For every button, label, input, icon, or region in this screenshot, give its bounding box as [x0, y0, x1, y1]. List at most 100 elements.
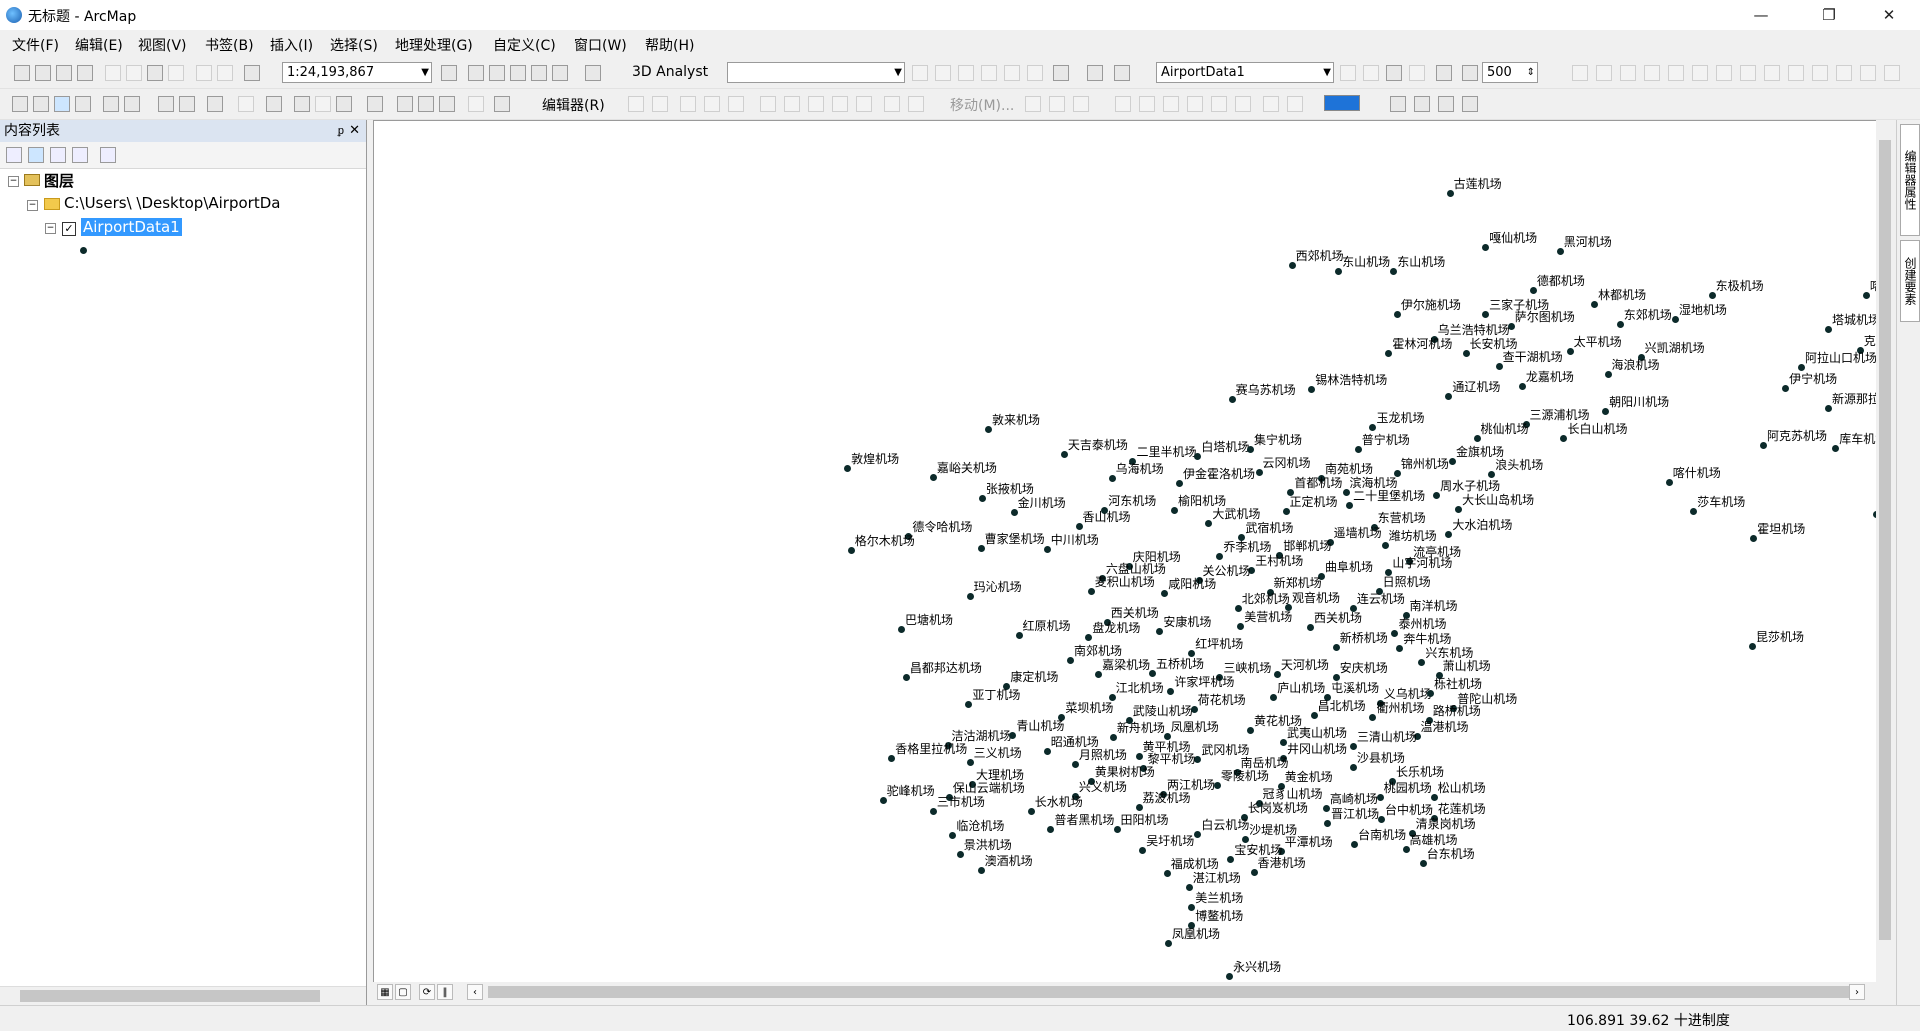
airport-point[interactable] — [1462, 350, 1470, 358]
airport-point[interactable] — [949, 832, 957, 840]
airport-point[interactable] — [844, 465, 852, 473]
3d-analyst-dropdown[interactable]: 3D Analyst — [632, 64, 708, 80]
airport-point[interactable] — [1390, 268, 1398, 276]
find-binoculars-icon[interactable] — [397, 96, 413, 112]
effects-icon[interactable] — [1386, 65, 1402, 81]
georef-fit-icon[interactable] — [1572, 65, 1588, 81]
airport-point[interactable] — [1402, 845, 1410, 853]
split-icon[interactable] — [856, 96, 872, 112]
select-elements-icon[interactable] — [266, 96, 282, 112]
sketch-properties-icon[interactable] — [1073, 96, 1089, 112]
airport-point[interactable] — [1246, 727, 1254, 735]
editor-menu[interactable]: 编辑器(R) — [542, 95, 605, 115]
airport-point[interactable] — [1445, 393, 1453, 401]
html-popup-icon[interactable] — [336, 96, 352, 112]
menu-insert[interactable]: 插入(I) — [270, 35, 313, 55]
add-data-icon[interactable] — [244, 65, 260, 81]
airport-point[interactable] — [1324, 820, 1332, 828]
scroll-thumb[interactable] — [1879, 140, 1891, 940]
menu-bookmarks[interactable]: 书签(B) — [205, 35, 254, 55]
airport-point[interactable] — [898, 625, 905, 633]
toc-horizontal-scrollbar[interactable] — [0, 986, 366, 1005]
airport-point[interactable] — [1665, 478, 1673, 486]
georef-view-icon[interactable] — [1716, 65, 1732, 81]
profile-graph-icon[interactable] — [1027, 65, 1043, 81]
airport-point[interactable] — [1604, 371, 1612, 379]
airport-point[interactable] — [1282, 508, 1290, 516]
print-icon[interactable] — [77, 65, 93, 81]
catalog-window-icon[interactable] — [489, 65, 505, 81]
airport-point[interactable] — [966, 758, 974, 766]
swipe-icon[interactable] — [1340, 65, 1356, 81]
airport-point[interactable] — [1433, 492, 1441, 500]
scroll-thumb[interactable] — [20, 990, 320, 1002]
interpolate-point-icon[interactable] — [981, 65, 997, 81]
georef-rectify-icon[interactable] — [1812, 65, 1828, 81]
open-folder-icon[interactable] — [35, 65, 51, 81]
airport-point[interactable] — [1591, 301, 1599, 309]
airport-point[interactable] — [1167, 687, 1175, 695]
airport-point[interactable] — [1205, 520, 1213, 528]
resolution-spinner[interactable]: 500 ⇕ — [1482, 62, 1538, 83]
cut-polygons-icon[interactable] — [832, 96, 848, 112]
python-window-icon[interactable] — [552, 65, 568, 81]
airport-point[interactable] — [1385, 350, 1393, 358]
data-source-path[interactable]: C:\Users\ \Desktop\AirportDa — [64, 194, 280, 212]
airport-point[interactable] — [1782, 384, 1790, 392]
rotate-icon[interactable] — [884, 96, 900, 112]
close-icon[interactable]: ✕ — [349, 120, 360, 142]
rotate-edit-icon[interactable] — [1025, 96, 1041, 112]
airport-point[interactable] — [977, 544, 985, 552]
airport-point[interactable] — [879, 796, 887, 804]
airport-point[interactable] — [1188, 904, 1196, 912]
map-display[interactable]: 古莲机场嘎仙机场黑河机场西郊机场东山机场东山机场德都机场林都机场东极机场喀纳斯机… — [373, 120, 1877, 984]
scroll-thumb[interactable] — [488, 986, 1863, 998]
airport-point[interactable] — [1430, 794, 1438, 802]
undo-icon[interactable] — [196, 65, 212, 81]
airport-point[interactable] — [1332, 643, 1340, 651]
restore-button[interactable]: ❐ — [1806, 0, 1852, 30]
airport-point[interactable] — [1396, 645, 1404, 653]
airport-point[interactable] — [1190, 706, 1198, 714]
airport-point[interactable] — [1449, 457, 1457, 465]
save-icon[interactable] — [56, 65, 72, 81]
airport-point[interactable] — [1308, 385, 1316, 393]
edit-annotation-icon[interactable] — [652, 96, 668, 112]
airport-point[interactable] — [1108, 475, 1116, 483]
toc-window-icon[interactable] — [468, 65, 484, 81]
draw-underline-icon[interactable] — [1235, 96, 1251, 112]
draw-italic-icon[interactable] — [1211, 96, 1227, 112]
airport-point[interactable] — [1060, 450, 1068, 458]
pause-drawing-icon[interactable]: ‖ — [437, 984, 453, 1000]
airport-point[interactable] — [1171, 506, 1179, 514]
airport-point[interactable] — [1113, 826, 1121, 834]
airport-point[interactable] — [1163, 870, 1171, 878]
airport-point[interactable] — [1213, 782, 1221, 790]
airport-point[interactable] — [965, 701, 973, 709]
fill-color-icon[interactable] — [1263, 96, 1279, 112]
airport-point[interactable] — [1194, 453, 1202, 461]
menu-edit[interactable]: 编辑(E) — [75, 35, 123, 55]
edit-tool-icon[interactable] — [628, 96, 644, 112]
airport-point[interactable] — [1185, 883, 1193, 891]
airport-point[interactable] — [1226, 972, 1234, 980]
airport-point[interactable] — [1381, 542, 1389, 550]
point-icon[interactable] — [760, 96, 776, 112]
airport-point[interactable] — [1043, 747, 1051, 755]
airport-point[interactable] — [1482, 311, 1490, 319]
list-by-visibility-icon[interactable] — [50, 147, 66, 163]
airport-point[interactable] — [1556, 247, 1564, 255]
zoom-resolution-icon[interactable] — [1436, 65, 1452, 81]
draw-bold-icon[interactable] — [1187, 96, 1203, 112]
airport-point[interactable] — [1310, 712, 1318, 720]
airport-point[interactable] — [1228, 395, 1236, 403]
airport-point[interactable] — [1529, 286, 1537, 294]
attributes-icon[interactable] — [908, 96, 924, 112]
georef-shift-icon[interactable] — [1620, 65, 1636, 81]
menu-help[interactable]: 帮助(H) — [645, 35, 694, 55]
airport-point[interactable] — [1446, 190, 1454, 198]
clear-selection-icon[interactable] — [238, 96, 254, 112]
airport-point[interactable] — [888, 755, 896, 763]
menu-file[interactable]: 文件(F) — [12, 35, 59, 55]
list-by-source-icon[interactable] — [28, 147, 44, 163]
